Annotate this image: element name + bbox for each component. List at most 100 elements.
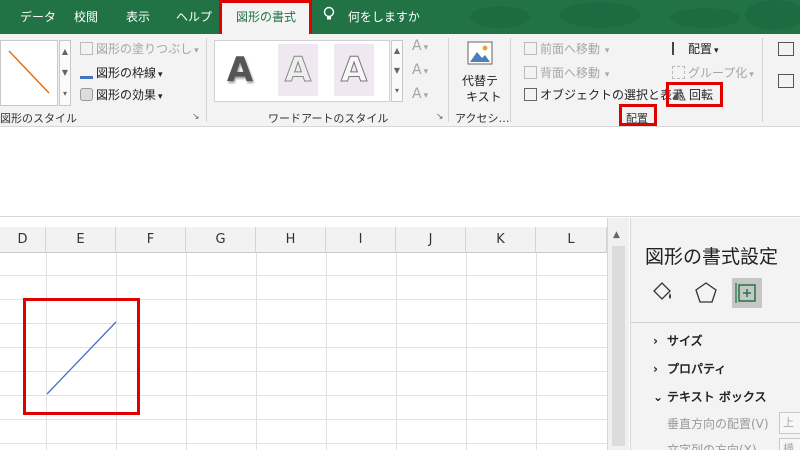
shape-effects-label: 図形の効果 <box>96 88 157 102</box>
title-bar-decoration <box>560 2 640 28</box>
formula-area <box>0 127 800 217</box>
pen-outline-icon <box>80 66 93 79</box>
group-label-accessibility: アクセシ… <box>455 112 510 125</box>
column-header[interactable]: D <box>0 227 46 253</box>
send-backward-icon <box>524 66 537 79</box>
section-properties-label: プロパティ <box>667 362 727 376</box>
bring-forward-label: 前面へ移動 <box>540 42 601 56</box>
effects-icon <box>80 88 93 101</box>
align-label: 配置 <box>688 42 713 56</box>
fill-bucket-icon <box>649 282 675 309</box>
tab-review[interactable]: 校閲 <box>74 0 98 34</box>
column-header[interactable]: J <box>396 227 466 253</box>
gridline <box>186 253 187 450</box>
column-header[interactable]: G <box>186 227 256 253</box>
section-size[interactable]: › サイズ <box>653 332 703 349</box>
shape-width-icon <box>778 74 794 88</box>
selection-pane-button[interactable]: オブジェクトの選択と表示 <box>524 86 684 103</box>
gallery-scroll-buttons[interactable]: ▲ ▼ ▾ <box>59 40 71 106</box>
shape-fill-button[interactable]: 図形の塗りつぶし ▾ <box>80 40 199 57</box>
bring-forward-icon <box>524 42 537 55</box>
column-header[interactable]: H <box>256 227 326 253</box>
tell-me-search[interactable]: 何をしますか <box>322 0 420 34</box>
size-properties-tab[interactable] <box>732 278 762 308</box>
gridline <box>0 419 607 420</box>
group-separator <box>448 38 449 122</box>
vertical-scrollbar[interactable]: ▲ <box>607 218 629 450</box>
send-backward-button[interactable]: 背面へ移動 ▾ <box>524 64 609 81</box>
text-direction-select[interactable]: 横 <box>779 438 800 450</box>
column-header[interactable]: E <box>46 227 116 253</box>
align-button[interactable]: 配置 ▾ <box>672 40 719 57</box>
column-header[interactable]: L <box>536 227 607 253</box>
column-header[interactable]: F <box>116 227 186 253</box>
gridline <box>256 253 257 450</box>
group-icon <box>672 66 685 79</box>
group-separator <box>510 38 511 122</box>
shape-fill-label: 図形の塗りつぶし <box>96 42 193 56</box>
selection-pane-icon <box>524 88 537 101</box>
wordart-launcher-icon[interactable]: ↘ <box>436 112 444 122</box>
column-header[interactable]: K <box>466 227 536 253</box>
group-label-wordart-styles: ワードアートのスタイル <box>268 112 389 125</box>
group-label-shape-styles: 図形のスタイル <box>0 112 77 125</box>
highlight-box-rotate <box>666 82 723 107</box>
wordart-scroll-buttons[interactable]: ▲ ▼ ▾ <box>391 40 403 102</box>
tab-data[interactable]: データ <box>20 0 56 34</box>
title-bar-decoration <box>470 6 530 28</box>
ribbon-tab-bar: データ 校閲 表示 ヘルプ 図形の書式 何をしますか <box>0 0 800 35</box>
section-size-label: サイズ <box>667 334 703 348</box>
bring-forward-button[interactable]: 前面へ移動 ▾ <box>524 40 609 57</box>
shape-outline-button[interactable]: 図形の枠線 ▾ <box>80 64 163 81</box>
scroll-up-arrow-icon[interactable]: ▲ <box>613 230 620 240</box>
scroll-thumb[interactable] <box>612 246 625 446</box>
text-outline-button[interactable]: A ▾ <box>412 62 428 78</box>
pentagon-icon <box>693 282 719 309</box>
gridline <box>396 253 397 450</box>
chevron-down-icon: ⌄ <box>653 390 664 404</box>
wordart-style-2[interactable]: A <box>278 44 318 96</box>
excel-window: データ 校閲 表示 ヘルプ 図形の書式 何をしますか ▲ ▼ ▾ 図形の塗りつぶし ▾… <box>0 0 800 450</box>
text-fill-button[interactable]: A ▾ <box>412 38 428 54</box>
shape-styles-launcher-icon[interactable]: ↘ <box>192 112 200 122</box>
send-backward-label: 背面へ移動 <box>540 66 601 80</box>
gridline <box>536 253 537 450</box>
text-fill-glyph: A <box>412 38 422 54</box>
text-outline-glyph: A <box>412 62 422 78</box>
selection-pane-label: オブジェクトの選択と表示 <box>540 88 685 102</box>
tab-help[interactable]: ヘルプ <box>176 0 212 34</box>
shape-effects-button[interactable]: 図形の効果 ▾ <box>80 86 163 103</box>
title-bar-decoration <box>745 0 800 30</box>
tell-me-label: 何をしますか <box>347 10 420 24</box>
column-header[interactable]: I <box>326 227 396 253</box>
pane-divider <box>631 322 800 323</box>
text-effects-button[interactable]: A ▾ <box>412 86 428 102</box>
size-properties-icon <box>732 283 762 311</box>
group-objects-label: グループ化 <box>688 66 748 80</box>
alt-text-button[interactable]: 代替テ キスト <box>454 38 506 106</box>
shape-style-gallery[interactable] <box>0 40 58 106</box>
chevron-right-icon: › <box>653 362 658 376</box>
tab-view[interactable]: 表示 <box>126 0 150 34</box>
pane-title: 図形の書式設定 <box>645 246 779 268</box>
wordart-style-3[interactable]: A <box>334 44 374 96</box>
vertical-align-select[interactable]: 上 <box>779 412 800 434</box>
wordart-style-1[interactable]: A <box>220 44 260 96</box>
alt-text-line2: キスト <box>466 90 502 104</box>
group-separator <box>762 38 763 122</box>
fill-line-tab[interactable] <box>649 280 675 306</box>
text-effects-glyph: A <box>412 86 422 102</box>
alt-text-image-icon <box>466 40 494 71</box>
shape-height-icon <box>778 42 794 56</box>
chevron-right-icon: › <box>653 334 658 348</box>
section-text-box[interactable]: ⌄ テキスト ボックス <box>653 388 766 405</box>
vertical-align-label: 垂直方向の配置(V) <box>667 417 769 431</box>
alt-text-line1: 代替テ <box>462 74 499 88</box>
column-header-row: D E F G H I J K L <box>0 227 607 253</box>
effects-tab[interactable] <box>693 280 719 306</box>
section-properties[interactable]: › プロパティ <box>653 360 726 377</box>
highlight-box-arrange-group <box>619 104 657 126</box>
align-icon <box>672 42 685 55</box>
format-shape-pane: 図形の書式設定 › サイズ › プロパティ ⌄ テキスト ボックス 垂直方向の配置(V… <box>630 218 800 450</box>
group-objects-button[interactable]: グループ化 ▾ <box>672 64 754 81</box>
